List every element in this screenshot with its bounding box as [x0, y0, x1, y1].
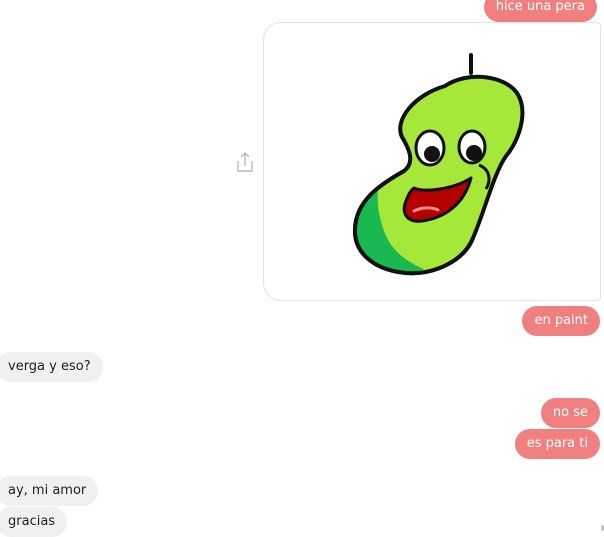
share-icon[interactable]: [234, 150, 256, 174]
message-bubble-outgoing[interactable]: hice una pera: [483, 0, 597, 22]
message-bubble-incoming[interactable]: verga y eso?: [0, 352, 103, 382]
message-bubble-incoming[interactable]: ay, mi amor: [0, 476, 99, 506]
pear-drawing-image[interactable]: [263, 22, 601, 301]
message-bubble-outgoing[interactable]: no se: [540, 398, 600, 428]
message-bubble-outgoing[interactable]: en paint: [522, 306, 600, 336]
message-bubble-outgoing[interactable]: es para ti: [514, 429, 600, 459]
message-bubble-incoming[interactable]: gracias: [0, 507, 68, 537]
